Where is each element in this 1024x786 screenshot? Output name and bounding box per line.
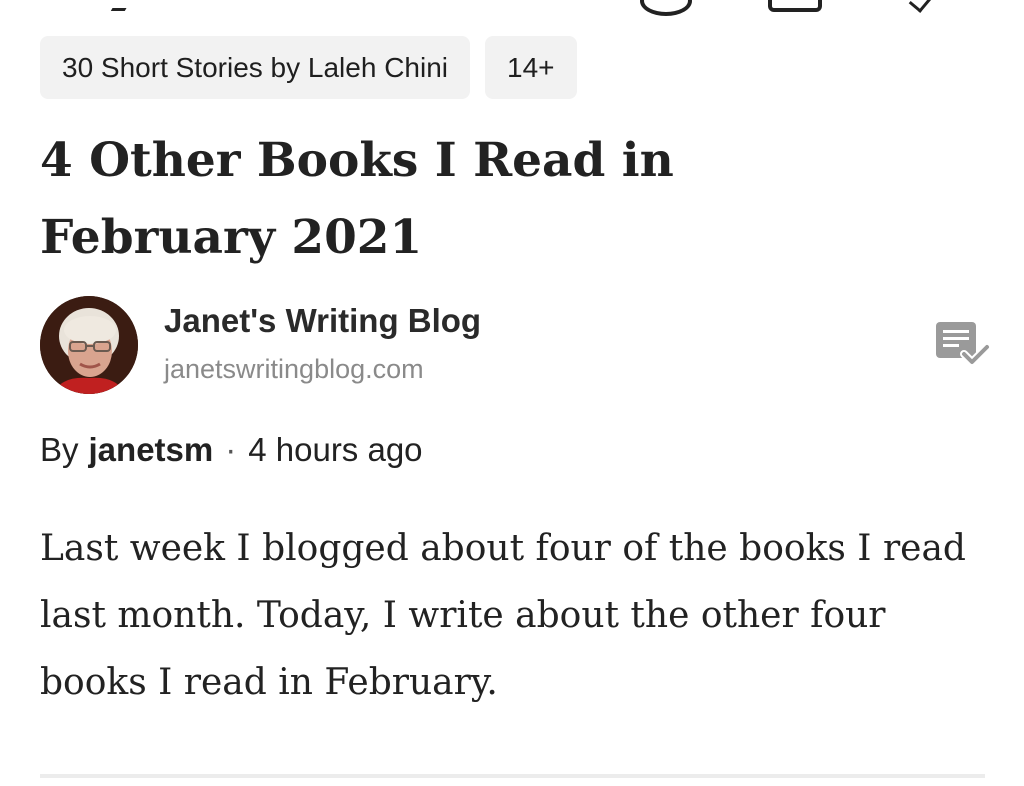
post-timestamp: 4 hours ago [248,431,423,468]
publication-domain: janetswritingblog.com [164,354,424,384]
status-icon-fragment [640,0,692,16]
tag-chip[interactable]: 30 Short Stories by Laleh Chini [40,36,470,99]
author-avatar[interactable] [40,296,138,394]
subscribed-check-icon[interactable] [934,320,991,368]
author-link[interactable]: janetsm [89,431,214,469]
status-bar-fragment [0,0,1024,16]
status-icon-fragment [768,0,822,12]
tag-chip[interactable]: 14+ [485,36,577,99]
post-title[interactable]: 4 Other Books I Read in February 2021 [40,122,760,276]
status-icon-fragment [908,0,937,13]
post-byline: By janetsm · 4 hours ago [40,431,423,469]
byline-prefix: By [40,431,79,468]
byline-separator: · [225,431,237,468]
publication-name[interactable]: Janet's Writing Blog [164,302,481,340]
status-glyph-fragment [110,0,140,11]
tag-list: 30 Short Stories by Laleh Chini 14+ [40,36,577,99]
publication-header: Janet's Writing Blog janetswritingblog.c… [40,296,991,396]
divider [40,774,985,778]
post-excerpt[interactable]: Last week I blogged about four of the bo… [40,515,990,716]
